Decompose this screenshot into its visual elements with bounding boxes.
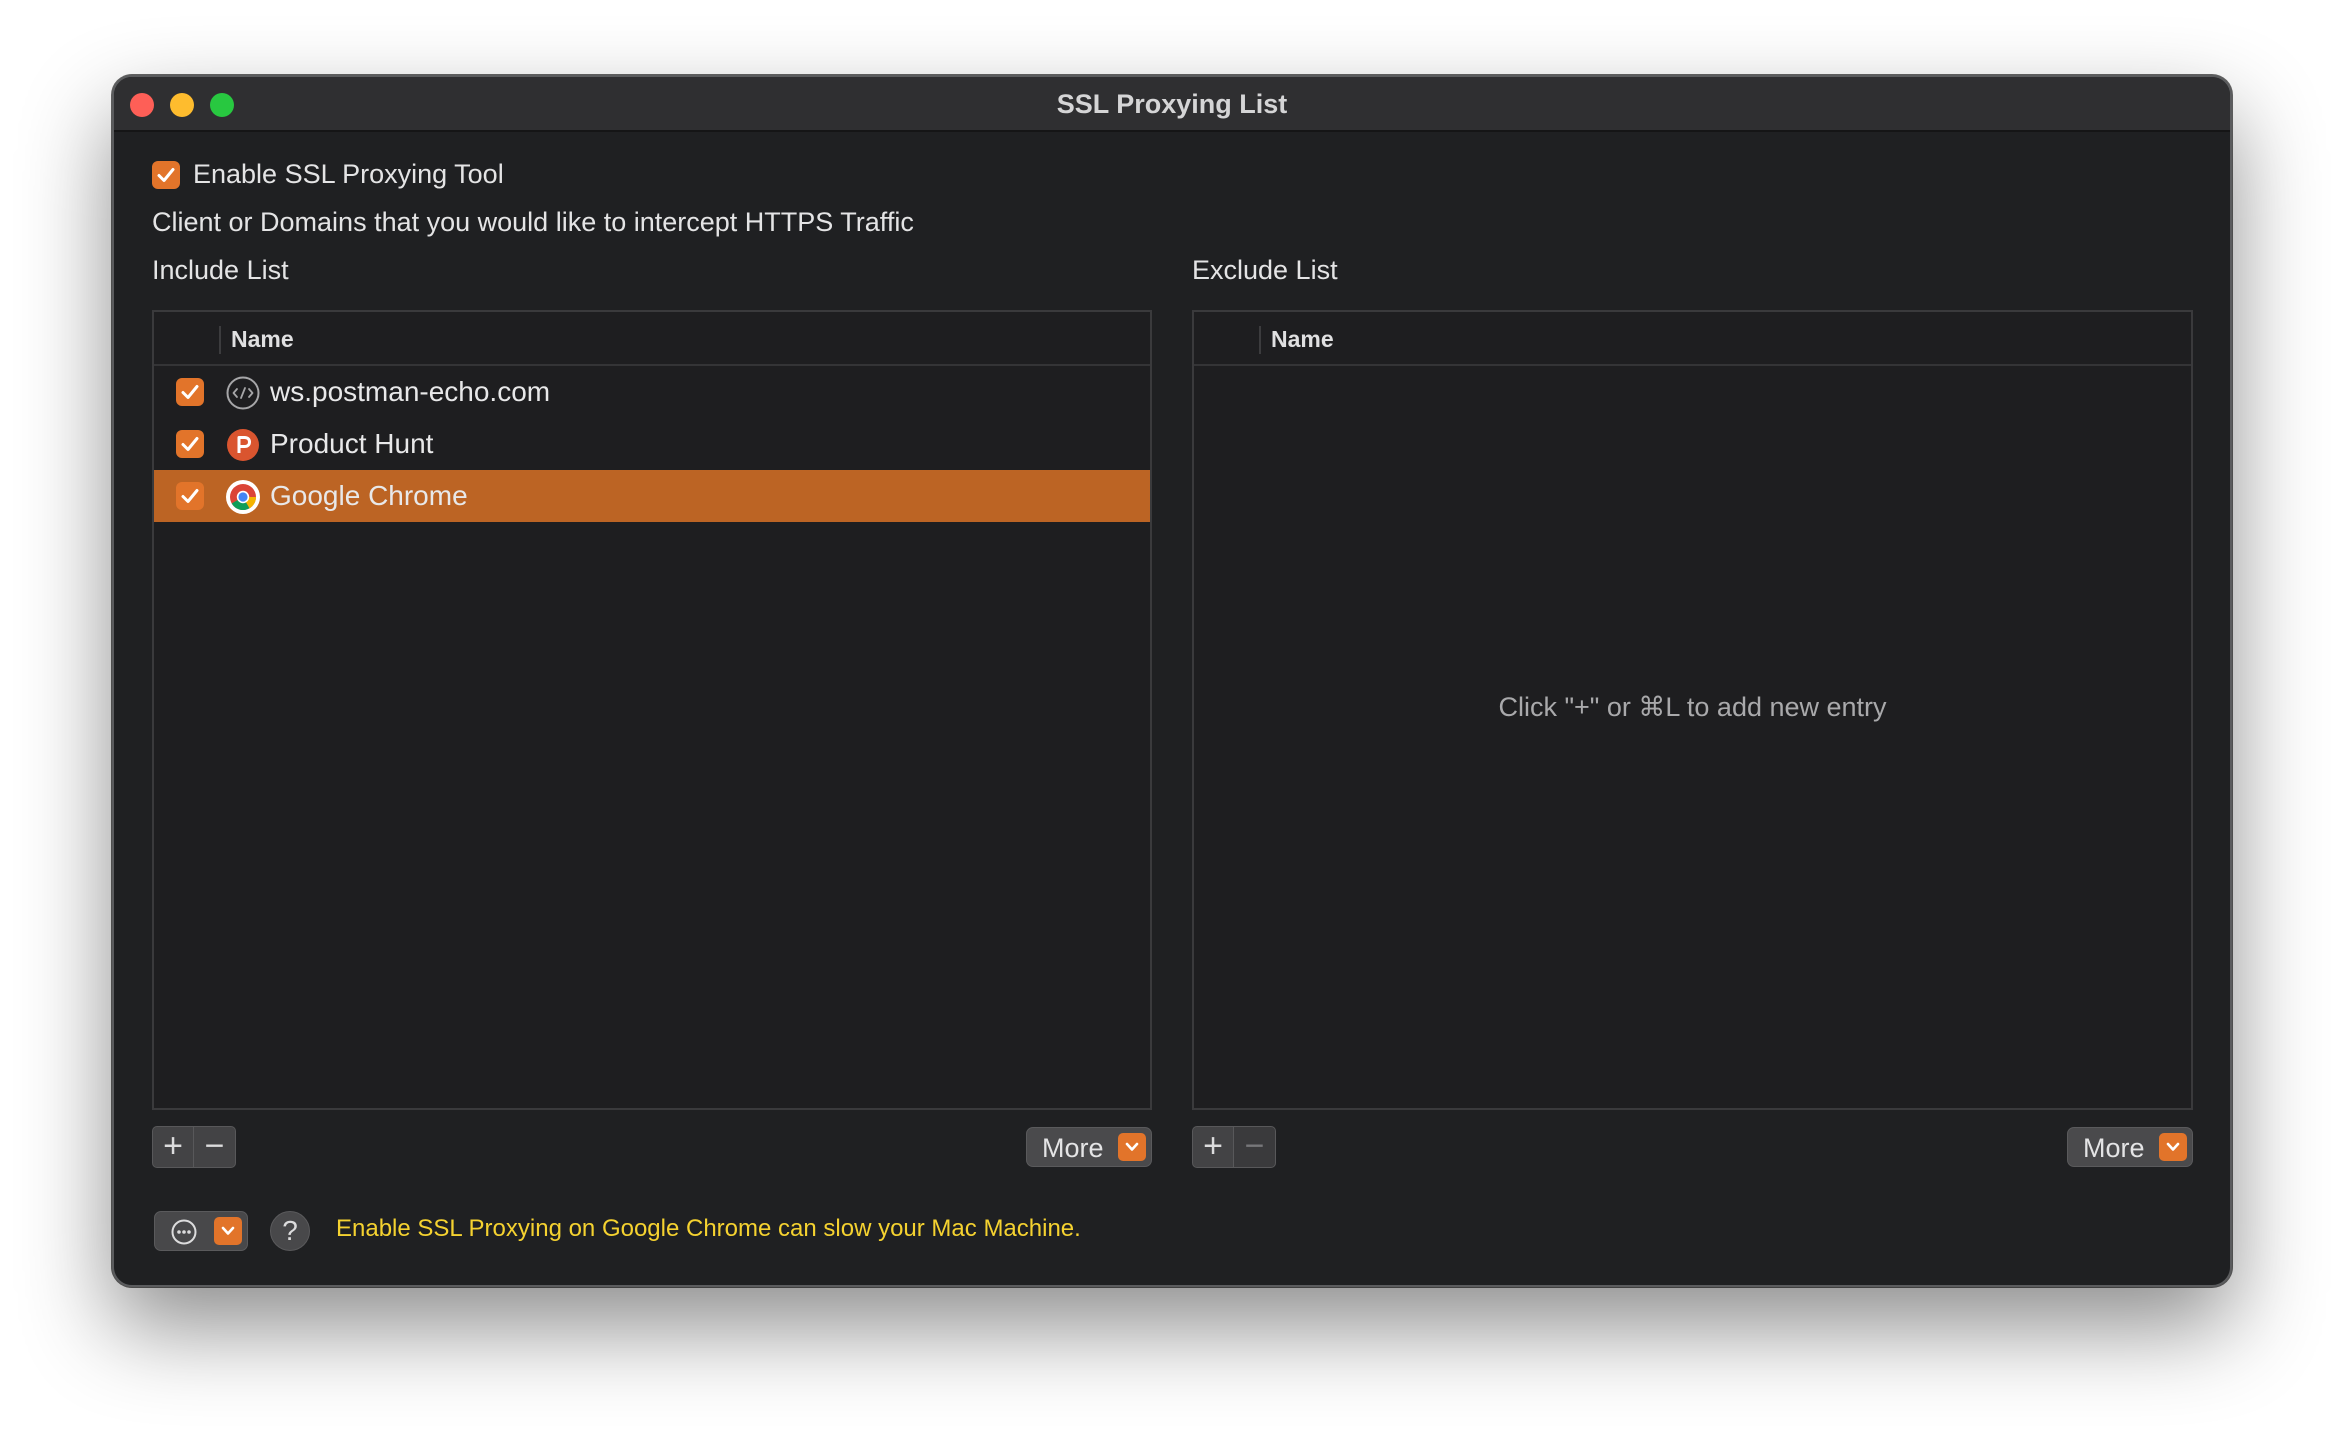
include-list-table[interactable]: Name ws.postman-echo.com Product Hunt Go…: [152, 310, 1152, 1110]
include-row-label: ws.postman-echo.com: [270, 376, 551, 407]
exclude-empty-message: Click "+" or ⌘L to add new entry: [1498, 692, 1887, 722]
exclude-list-table[interactable]: Name Click "+" or ⌘L to add new entry: [1192, 310, 2193, 1110]
column-separator: [1259, 326, 1261, 354]
chevron-down-icon: [1118, 1133, 1146, 1161]
exclude-more-label: More: [2083, 1133, 2145, 1163]
chevron-down-icon: [214, 1217, 242, 1245]
help-button[interactable]: ?: [270, 1211, 310, 1251]
exclude-add-remove-group: + −: [1192, 1126, 1276, 1168]
include-row-checkbox[interactable]: [176, 482, 204, 510]
include-table-header: Name: [154, 312, 1150, 366]
exclude-list-heading: Exclude List: [1192, 255, 1338, 285]
action-menu-button[interactable]: [154, 1211, 248, 1251]
exclude-name-column-header[interactable]: Name: [1271, 326, 1334, 353]
title-bar[interactable]: SSL Proxying List: [114, 77, 2230, 132]
include-row-label: Product Hunt: [270, 428, 434, 459]
include-name-column-header[interactable]: Name: [231, 326, 294, 353]
enable-ssl-proxying-checkbox[interactable]: [152, 161, 180, 189]
include-row-label: Google Chrome: [270, 480, 468, 511]
product-hunt-icon: [227, 429, 259, 461]
include-row-google-chrome[interactable]: Google Chrome: [154, 470, 1150, 522]
ssl-proxying-window: SSL Proxying List Enable SSL Proxying To…: [112, 75, 2232, 1287]
checkmark-icon: [181, 437, 199, 451]
column-separator: [219, 326, 221, 354]
checkmark-icon: [157, 168, 175, 182]
description-text: Client or Domains that you would like to…: [152, 207, 914, 237]
include-list-heading: Include List: [152, 255, 289, 285]
enable-ssl-proxying-label[interactable]: Enable SSL Proxying Tool: [193, 159, 504, 190]
code-globe-icon: [226, 376, 260, 410]
include-row-postman[interactable]: ws.postman-echo.com: [154, 366, 1150, 418]
include-row-checkbox[interactable]: [176, 378, 204, 406]
include-more-button[interactable]: More: [1026, 1127, 1152, 1167]
window-title: SSL Proxying List: [1056, 89, 1288, 119]
exclude-add-button[interactable]: +: [1192, 1126, 1234, 1168]
chrome-warning-text: Enable SSL Proxying on Google Chrome can…: [336, 1215, 1081, 1242]
exclude-more-button[interactable]: More: [2067, 1127, 2193, 1167]
chrome-icon: [226, 480, 260, 514]
include-row-checkbox[interactable]: [176, 430, 204, 458]
exclude-remove-button: −: [1234, 1126, 1276, 1168]
checkmark-icon: [181, 385, 199, 399]
include-row-product-hunt[interactable]: Product Hunt: [154, 418, 1150, 470]
ellipsis-circle-icon: [171, 1219, 197, 1245]
chevron-down-icon: [2159, 1133, 2187, 1161]
checkmark-icon: [181, 489, 199, 503]
include-more-label: More: [1042, 1133, 1104, 1163]
exclude-table-header: Name: [1194, 312, 2191, 366]
include-add-remove-group: + −: [152, 1126, 236, 1168]
include-remove-button[interactable]: −: [194, 1126, 236, 1168]
include-add-button[interactable]: +: [152, 1126, 194, 1168]
